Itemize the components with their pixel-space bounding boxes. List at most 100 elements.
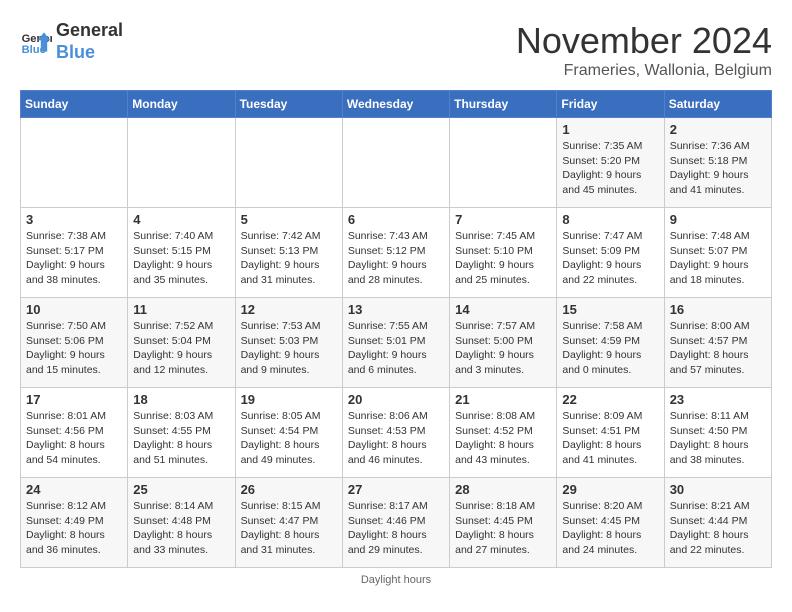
day-info: Sunrise: 7:40 AMSunset: 5:15 PMDaylight:… <box>133 229 229 288</box>
calendar-day-cell <box>450 118 557 208</box>
day-info: Sunrise: 8:18 AMSunset: 4:45 PMDaylight:… <box>455 499 551 558</box>
day-number: 14 <box>455 302 551 317</box>
day-number: 21 <box>455 392 551 407</box>
location-subtitle: Frameries, Wallonia, Belgium <box>516 62 772 80</box>
calendar-day-cell: 11 Sunrise: 7:52 AMSunset: 5:04 PMDayligh… <box>128 298 235 388</box>
calendar-body: 1 Sunrise: 7:35 AMSunset: 5:20 PMDaylight… <box>21 118 772 568</box>
calendar-day-cell: 5 Sunrise: 7:42 AMSunset: 5:13 PMDaylight… <box>235 208 342 298</box>
day-number: 26 <box>241 482 337 497</box>
month-title: November 2024 <box>516 20 772 62</box>
logo: General Blue General Blue <box>20 20 123 63</box>
calendar-day-cell: 17Sunrise: 8:01 AMSunset: 4:56 PMDayligh… <box>21 388 128 478</box>
calendar-day-cell: 2Sunrise: 7:36 AMSunset: 5:18 PMDaylight… <box>664 118 771 208</box>
day-info: Sunrise: 8:15 AMSunset: 4:47 PMDaylight:… <box>241 499 337 558</box>
day-info: Sunrise: 7:47 AMSunset: 5:09 PMDaylight:… <box>562 229 658 288</box>
day-info: Sunrise: 7:50 AMSunset: 5:06 PMDaylight:… <box>26 319 122 378</box>
calendar-day-cell: 16 Sunrise: 8:00 AMSunset: 4:57 PMDayligh… <box>664 298 771 388</box>
footer: Daylight hours <box>20 574 772 586</box>
day-info: Sunrise: 8:00 AMSunset: 4:57 PMDaylight:… <box>670 319 766 378</box>
calendar-week-row: 10 Sunrise: 7:50 AMSunset: 5:06 PMDayligh… <box>21 298 772 388</box>
calendar-day-cell: 12Sunrise: 7:53 AMSunset: 5:03 PMDayligh… <box>235 298 342 388</box>
calendar-day-cell: 24 Sunrise: 8:12 AMSunset: 4:49 PMDayligh… <box>21 478 128 568</box>
day-info: Sunrise: 8:20 AMSunset: 4:45 PMDaylight:… <box>562 499 658 558</box>
calendar-day-cell <box>235 118 342 208</box>
day-info: Sunrise: 8:06 AMSunset: 4:53 PMDaylight:… <box>348 409 444 468</box>
calendar-day-cell: 30 Sunrise: 8:21 AMSunset: 4:44 PMDayligh… <box>664 478 771 568</box>
day-number: 5 <box>241 212 337 227</box>
calendar-week-row: 24 Sunrise: 8:12 AMSunset: 4:49 PMDayligh… <box>21 478 772 568</box>
calendar-day-cell: 29 Sunrise: 8:20 AMSunset: 4:45 PMDayligh… <box>557 478 664 568</box>
day-info: Sunrise: 8:08 AMSunset: 4:52 PMDaylight:… <box>455 409 551 468</box>
day-info: Sunrise: 7:52 AMSunset: 5:04 PMDaylight:… <box>133 319 229 378</box>
day-number: 10 <box>26 302 122 317</box>
calendar-day-cell: 21 Sunrise: 8:08 AMSunset: 4:52 PMDayligh… <box>450 388 557 478</box>
day-number: 24 <box>26 482 122 497</box>
day-info: Sunrise: 7:45 AMSunset: 5:10 PMDaylight:… <box>455 229 551 288</box>
page-header: General Blue General Blue November 2024 … <box>20 20 772 80</box>
calendar-day-cell: 26 Sunrise: 8:15 AMSunset: 4:47 PMDayligh… <box>235 478 342 568</box>
weekday-header: Tuesday <box>235 91 342 118</box>
calendar-day-cell <box>21 118 128 208</box>
day-number: 27 <box>348 482 444 497</box>
calendar-day-cell: 9Sunrise: 7:48 AMSunset: 5:07 PMDaylight… <box>664 208 771 298</box>
day-info: Sunrise: 8:09 AMSunset: 4:51 PMDaylight:… <box>562 409 658 468</box>
daylight-label: Daylight hours <box>361 574 431 586</box>
day-info: Sunrise: 7:42 AMSunset: 5:13 PMDaylight:… <box>241 229 337 288</box>
day-info: Sunrise: 7:53 AMSunset: 5:03 PMDaylight:… <box>241 319 337 378</box>
calendar-day-cell <box>128 118 235 208</box>
day-number: 4 <box>133 212 229 227</box>
logo-blue: Blue <box>56 42 123 64</box>
day-number: 19 <box>241 392 337 407</box>
calendar-day-cell: 18Sunrise: 8:03 AMSunset: 4:55 PMDayligh… <box>128 388 235 478</box>
day-info: Sunrise: 7:38 AMSunset: 5:17 PMDaylight:… <box>26 229 122 288</box>
day-number: 23 <box>670 392 766 407</box>
calendar-day-cell: 14 Sunrise: 7:57 AMSunset: 5:00 PMDayligh… <box>450 298 557 388</box>
day-number: 6 <box>348 212 444 227</box>
day-number: 22 <box>562 392 658 407</box>
day-number: 7 <box>455 212 551 227</box>
weekday-header: Saturday <box>664 91 771 118</box>
day-number: 8 <box>562 212 658 227</box>
calendar-day-cell: 22 Sunrise: 8:09 AMSunset: 4:51 PMDayligh… <box>557 388 664 478</box>
day-info: Sunrise: 8:05 AMSunset: 4:54 PMDaylight:… <box>241 409 337 468</box>
day-info: Sunrise: 8:03 AMSunset: 4:55 PMDaylight:… <box>133 409 229 468</box>
day-number: 11 <box>133 302 229 317</box>
day-info: Sunrise: 7:48 AMSunset: 5:07 PMDaylight:… <box>670 229 766 288</box>
day-info: Sunrise: 8:17 AMSunset: 4:46 PMDaylight:… <box>348 499 444 558</box>
weekday-header: Sunday <box>21 91 128 118</box>
calendar-day-cell: 3 Sunrise: 7:38 AMSunset: 5:17 PMDaylight… <box>21 208 128 298</box>
calendar-day-cell: 8 Sunrise: 7:47 AMSunset: 5:09 PMDaylight… <box>557 208 664 298</box>
title-block: November 2024 Frameries, Wallonia, Belgi… <box>516 20 772 80</box>
day-info: Sunrise: 7:55 AMSunset: 5:01 PMDaylight:… <box>348 319 444 378</box>
day-info: Sunrise: 7:57 AMSunset: 5:00 PMDaylight:… <box>455 319 551 378</box>
day-number: 1 <box>562 122 658 137</box>
day-number: 29 <box>562 482 658 497</box>
day-info: Sunrise: 7:58 AMSunset: 4:59 PMDaylight:… <box>562 319 658 378</box>
calendar-week-row: 17Sunrise: 8:01 AMSunset: 4:56 PMDayligh… <box>21 388 772 478</box>
day-number: 16 <box>670 302 766 317</box>
day-number: 3 <box>26 212 122 227</box>
weekday-header: Thursday <box>450 91 557 118</box>
day-number: 13 <box>348 302 444 317</box>
day-info: Sunrise: 8:21 AMSunset: 4:44 PMDaylight:… <box>670 499 766 558</box>
calendar-day-cell <box>342 118 449 208</box>
day-number: 30 <box>670 482 766 497</box>
day-info: Sunrise: 7:43 AMSunset: 5:12 PMDaylight:… <box>348 229 444 288</box>
calendar-day-cell: 1 Sunrise: 7:35 AMSunset: 5:20 PMDaylight… <box>557 118 664 208</box>
calendar-week-row: 3 Sunrise: 7:38 AMSunset: 5:17 PMDaylight… <box>21 208 772 298</box>
day-info: Sunrise: 8:14 AMSunset: 4:48 PMDaylight:… <box>133 499 229 558</box>
day-info: Sunrise: 7:35 AMSunset: 5:20 PMDaylight:… <box>562 139 658 198</box>
calendar-day-cell: 13 Sunrise: 7:55 AMSunset: 5:01 PMDayligh… <box>342 298 449 388</box>
calendar-day-cell: 23Sunrise: 8:11 AMSunset: 4:50 PMDayligh… <box>664 388 771 478</box>
calendar-day-cell: 27 Sunrise: 8:17 AMSunset: 4:46 PMDayligh… <box>342 478 449 568</box>
weekday-header: Friday <box>557 91 664 118</box>
day-info: Sunrise: 8:01 AMSunset: 4:56 PMDaylight:… <box>26 409 122 468</box>
calendar-day-cell: 10 Sunrise: 7:50 AMSunset: 5:06 PMDayligh… <box>21 298 128 388</box>
day-number: 15 <box>562 302 658 317</box>
day-info: Sunrise: 7:36 AMSunset: 5:18 PMDaylight:… <box>670 139 766 198</box>
calendar-week-row: 1 Sunrise: 7:35 AMSunset: 5:20 PMDaylight… <box>21 118 772 208</box>
day-info: Sunrise: 8:12 AMSunset: 4:49 PMDaylight:… <box>26 499 122 558</box>
calendar-day-cell: 7 Sunrise: 7:45 AMSunset: 5:10 PMDaylight… <box>450 208 557 298</box>
weekday-header: Wednesday <box>342 91 449 118</box>
calendar-day-cell: 20Sunrise: 8:06 AMSunset: 4:53 PMDayligh… <box>342 388 449 478</box>
